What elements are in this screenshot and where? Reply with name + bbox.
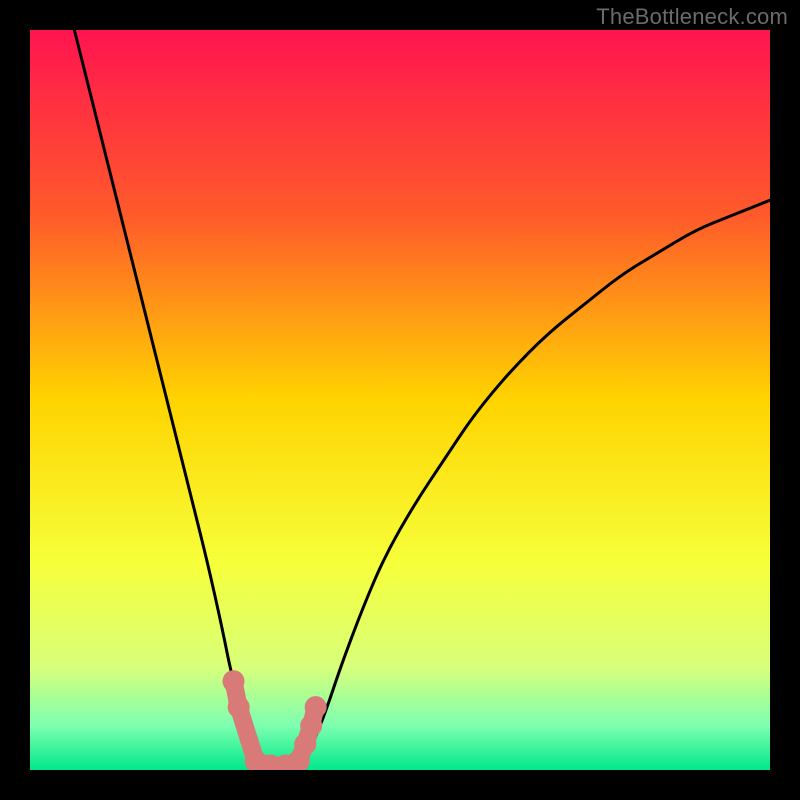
marker-left-lobe-top	[223, 670, 245, 692]
bottleneck-chart	[30, 30, 770, 770]
marker-right-4	[305, 696, 327, 718]
watermark-text: TheBottleneck.com	[596, 4, 788, 30]
marker-right-3	[300, 715, 322, 737]
gradient-background	[30, 30, 770, 770]
marker-left-lobe-bottom	[228, 696, 250, 718]
plot-frame	[30, 30, 770, 770]
